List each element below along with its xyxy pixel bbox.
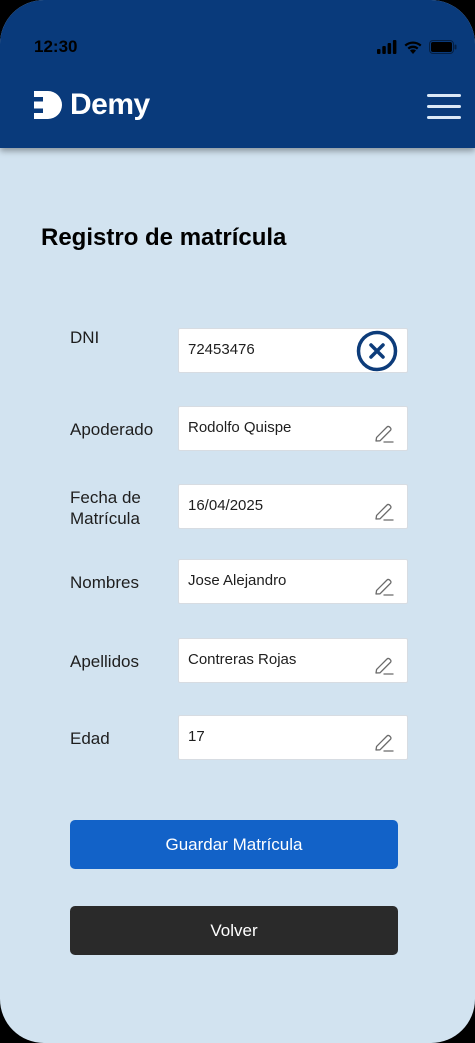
status-time: 12:30 xyxy=(34,37,78,56)
apoderado-input[interactable] xyxy=(188,407,358,447)
apoderado-field[interactable] xyxy=(178,406,408,451)
nombres-field[interactable] xyxy=(178,559,408,604)
pencil-icon[interactable] xyxy=(373,655,395,677)
pencil-icon[interactable] xyxy=(373,732,395,754)
hamburger-menu-button[interactable] xyxy=(427,94,461,122)
menu-line xyxy=(427,94,461,97)
menu-line xyxy=(427,116,461,119)
back-button[interactable]: Volver xyxy=(70,906,398,955)
edad-input[interactable] xyxy=(188,716,358,756)
logo-text: Demy xyxy=(70,88,150,121)
fecha-matricula-label: Fecha de Matrícula xyxy=(70,488,141,528)
edad-field[interactable] xyxy=(178,715,408,760)
dni-input[interactable] xyxy=(188,329,358,369)
apellidos-input[interactable] xyxy=(188,639,358,679)
demy-logo-icon xyxy=(34,91,62,119)
pencil-icon[interactable] xyxy=(373,423,395,445)
app-header: 12:30 Demy xyxy=(0,0,475,148)
clear-icon[interactable] xyxy=(356,330,398,372)
nombres-input[interactable] xyxy=(188,560,358,600)
apoderado-label: Apoderado xyxy=(70,420,154,439)
battery-icon xyxy=(429,40,457,54)
status-icons xyxy=(377,40,457,54)
fecha-matricula-field[interactable] xyxy=(178,484,408,529)
pencil-icon[interactable] xyxy=(373,501,395,523)
edad-label: Edad xyxy=(70,729,110,748)
pencil-icon[interactable] xyxy=(373,576,395,598)
save-enrollment-button[interactable]: Guardar Matrícula xyxy=(70,820,398,869)
phone-screen: 12:30 Demy Registro de matrícula DNI 724… xyxy=(0,0,475,1043)
app-logo[interactable]: Demy xyxy=(32,88,150,122)
fecha-matricula-input[interactable] xyxy=(188,485,358,525)
menu-line xyxy=(427,105,461,108)
apellidos-label: Apellidos xyxy=(70,652,139,671)
dni-label: DNI xyxy=(70,328,100,347)
nombres-label: Nombres xyxy=(70,573,139,592)
apellidos-field[interactable] xyxy=(178,638,408,683)
signal-icon xyxy=(377,40,397,54)
page-title: Registro de matrícula xyxy=(41,224,287,251)
wifi-icon xyxy=(404,41,422,54)
dni-field[interactable] xyxy=(178,328,408,373)
